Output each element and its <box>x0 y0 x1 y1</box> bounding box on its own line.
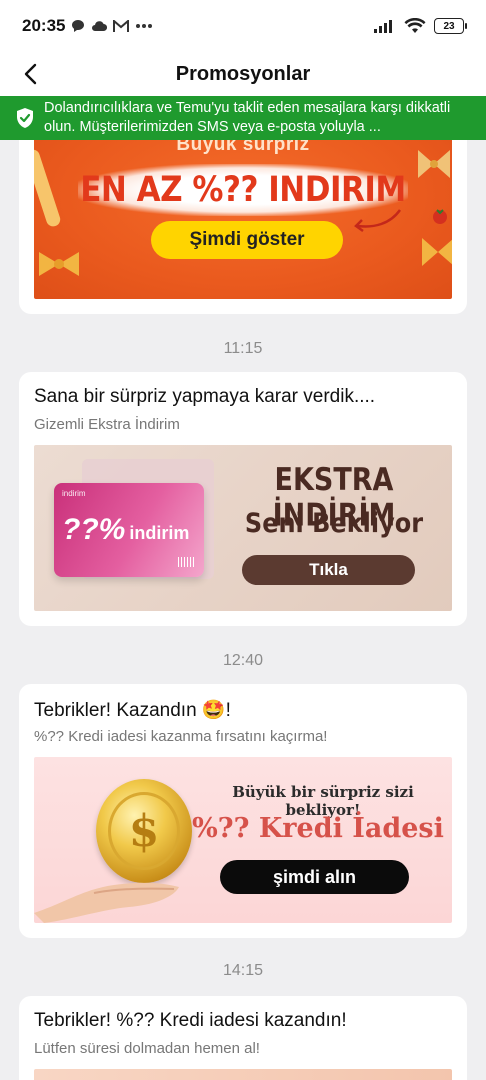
promo-card-title: Sana bir sürpriz yapmaya karar verdik...… <box>34 386 376 407</box>
hand-icon <box>34 882 179 923</box>
battery-indicator: 23 <box>434 18 467 34</box>
card-brand-label: indirim <box>62 489 86 498</box>
promo-card[interactable]: Sana bir sürpriz yapmaya karar verdik...… <box>19 372 467 626</box>
message-timestamp: 11:15 <box>223 340 263 357</box>
back-arrow-icon <box>24 63 37 85</box>
barcode-icon <box>178 557 194 567</box>
discount-card-graphic: indirim ??% indirim <box>54 483 204 577</box>
wifi-icon <box>404 18 426 33</box>
message-timestamp: 12:40 <box>222 652 264 669</box>
promo-card[interactable]: Tebrikler! %?? Kredi iadesi kazandın! Lü… <box>19 996 467 1080</box>
cloud-icon <box>92 21 108 32</box>
promotions-feed[interactable]: Büyük sürpriz EN AZ %?? INDIRIM Şimdi gö… <box>0 140 486 1080</box>
promo-card-title: Tebrikler! Kazandın 🤩! <box>34 700 231 721</box>
chat-bubble-icon <box>72 20 85 32</box>
promo-banner-headline-bg: EN AZ %?? INDIRIM <box>78 164 408 216</box>
back-button[interactable] <box>14 58 46 90</box>
promo-banner-toptext: Büyük sürpriz <box>176 140 310 155</box>
pasta-decoration-icon <box>34 149 61 227</box>
promo-card-subtitle: %?? Kredi iadesi kazanma fırsatını kaçır… <box>34 728 328 745</box>
message-timestamp: 14:15 <box>222 962 264 979</box>
gmail-icon <box>113 19 130 32</box>
promo-card-subtitle: Lütfen süresi dolmadan hemen al! <box>34 1040 260 1057</box>
promo-banner-subheadline: Seni Bekliyor <box>244 507 424 539</box>
promo-banner-headline: EN AZ %?? INDIRIM <box>80 169 406 211</box>
notification-icons <box>71 19 153 33</box>
status-bar: 20:35 23 <box>0 0 486 52</box>
promo-banner-image[interactable]: $ Büyük bir sürpriz sizi bekliyor! %?? K… <box>34 757 452 923</box>
promo-card[interactable]: Büyük sürpriz EN AZ %?? INDIRIM Şimdi gö… <box>19 140 467 314</box>
card-percent: ??% <box>62 513 126 546</box>
show-now-button[interactable]: Şimdi göster <box>151 221 343 259</box>
promo-banner-headline: %?? Kredi İadesi <box>192 813 444 844</box>
click-button[interactable]: Tıkla <box>242 555 415 585</box>
page-header: Promosyonlar <box>0 52 486 96</box>
security-warning-text: Dolandırıcılıklara ve Temu'yu taklit ede… <box>44 100 451 135</box>
promo-card-subtitle: Gizemli Ekstra İndirim <box>34 416 180 433</box>
promo-banner-image[interactable]: indirim ??% indirim EKSTRA İNDİRİM Seni B… <box>34 445 452 611</box>
promo-banner-image[interactable]: Büyük sürpriz EN AZ %?? INDIRIM Şimdi gö… <box>34 140 452 299</box>
promo-banner-image[interactable] <box>34 1069 452 1080</box>
card-discount-text: ??% indirim <box>62 513 189 547</box>
system-icons: 23 <box>374 18 467 34</box>
pasta-decoration-icon <box>422 238 452 266</box>
pasta-decoration-icon <box>39 252 79 276</box>
signal-icon <box>374 20 392 33</box>
page-title: Promosyonlar <box>175 62 311 85</box>
shield-check-icon <box>17 108 33 128</box>
status-time: 20:35 <box>22 16 66 35</box>
more-dots-icon <box>136 24 153 28</box>
promo-card-title: Tebrikler! %?? Kredi iadesi kazandın! <box>34 1010 347 1031</box>
card-word: indirim <box>129 523 190 543</box>
promo-card[interactable]: Tebrikler! Kazandın 🤩! %?? Kredi iadesi … <box>19 684 467 938</box>
security-warning-banner[interactable]: Dolandırıcılıklara ve Temu'yu taklit ede… <box>0 96 486 140</box>
get-now-button[interactable]: şimdi alın <box>220 860 409 894</box>
tomato-decoration-icon <box>433 209 447 224</box>
